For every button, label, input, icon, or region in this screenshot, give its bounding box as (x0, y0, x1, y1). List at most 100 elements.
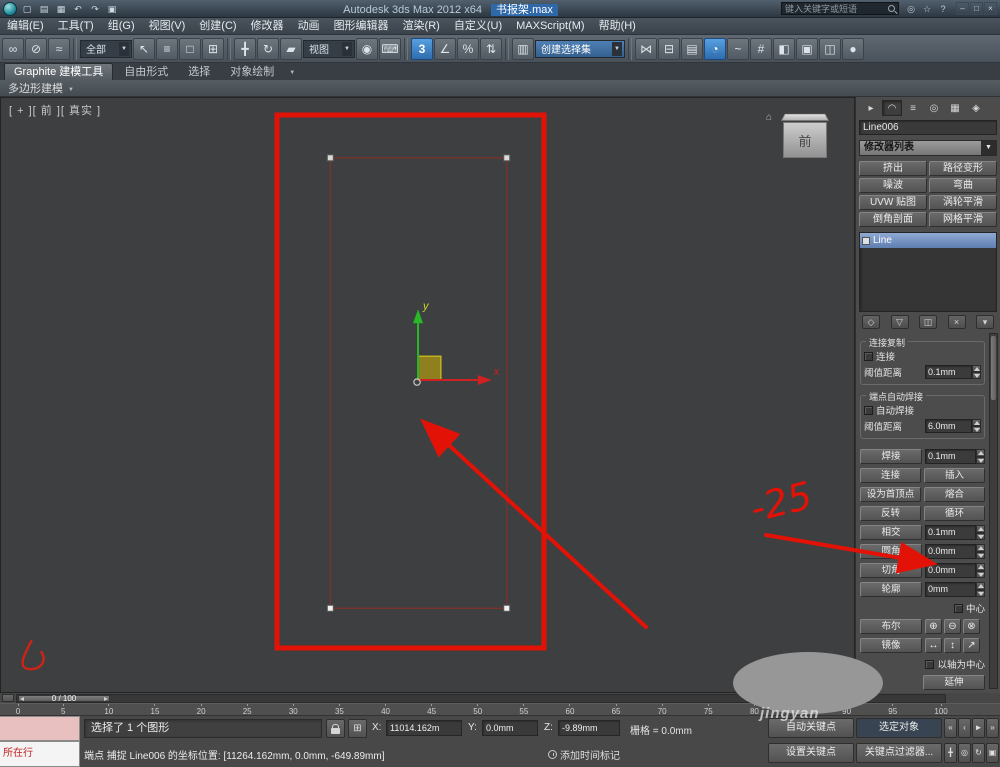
x-coord-field[interactable]: 11014.162m (386, 720, 462, 736)
maximize-viewport-toggle[interactable]: ▣ (986, 743, 999, 763)
help-icon[interactable]: ? (936, 2, 950, 16)
modifier-button[interactable]: UVW 贴图 (859, 195, 927, 210)
3ds-max-logo-icon[interactable] (3, 1, 17, 16)
spinner-down-icon[interactable] (976, 589, 985, 597)
dropdown-caret-icon[interactable] (119, 41, 129, 56)
percent-snap-toggle-icon[interactable]: % (457, 37, 479, 60)
absolute-mode-toggle[interactable]: ⊞ (348, 719, 367, 738)
fillet-spinner[interactable]: 0.0mm (925, 544, 985, 559)
infocenter-search-input[interactable]: 键入关键字或短语 (781, 2, 899, 15)
material-editor-icon[interactable]: ◧ (773, 37, 795, 60)
keyboard-override-toggle-icon[interactable]: ⌨ (379, 37, 401, 60)
key-filters-button[interactable]: 关键点过滤器... (856, 743, 942, 763)
project-folder-icon[interactable]: ▣ (104, 2, 120, 16)
motion-tab-icon[interactable]: ◎ (924, 100, 944, 116)
modifier-button[interactable]: 路径变形 (929, 161, 997, 176)
set-key-button[interactable]: 设置关键点 (768, 743, 854, 763)
menu-item[interactable]: MAXScript(M) (509, 18, 591, 35)
ribbon-minimize-caret-icon[interactable] (285, 64, 299, 80)
z-coord-field[interactable]: -9.89mm (558, 720, 620, 736)
menu-item[interactable]: 帮助(H) (592, 18, 643, 35)
make-unique-icon[interactable]: ◫ (919, 315, 937, 329)
minimize-icon[interactable]: – (956, 2, 969, 15)
spinner-value[interactable]: 0.0mm (925, 563, 976, 578)
zoom-view-button[interactable]: ◎ (958, 743, 971, 763)
chamfer-button[interactable]: 切角 (860, 563, 922, 578)
restore-icon[interactable]: □ (970, 2, 983, 15)
mirror-both-icon[interactable]: ↗ (963, 638, 980, 653)
mirror-horizontal-icon[interactable]: ↔ (925, 638, 942, 653)
boolean-intersect-icon[interactable]: ⊗ (963, 619, 980, 634)
macro-recorder-pane[interactable] (0, 716, 80, 741)
named-selection-set-dropdown[interactable]: 创建选择集 (535, 39, 625, 58)
spinner-value[interactable]: 0.1mm (925, 525, 976, 540)
spinner-up-icon[interactable] (976, 582, 985, 590)
orbit-view-button[interactable]: ↻ (972, 743, 985, 763)
fuse-button[interactable]: 熔合 (924, 487, 985, 502)
configure-modifier-sets-icon[interactable]: ▾ (976, 315, 994, 329)
render-setup-icon[interactable]: ▣ (796, 37, 818, 60)
modifier-button[interactable]: 倒角剖面 (859, 212, 927, 227)
select-and-scale-icon[interactable]: ▰ (280, 37, 302, 60)
panel-scrollbar[interactable] (989, 333, 998, 689)
spinner-up-icon[interactable] (976, 563, 985, 571)
modifier-button[interactable]: 涡轮平滑 (929, 195, 997, 210)
chamfer-spinner[interactable]: 0.0mm (925, 563, 985, 578)
edit-named-selection-sets-icon[interactable]: ▥ (512, 37, 534, 60)
y-coord-field[interactable]: 0.0mm (482, 720, 538, 736)
schematic-view-icon[interactable]: # (750, 37, 772, 60)
viewcube-front-face[interactable]: 前 (783, 122, 827, 158)
add-time-tag[interactable]: 添加时间标记 (548, 747, 620, 762)
communication-center-icon[interactable]: ◎ (904, 2, 918, 16)
boolean-button[interactable]: 布尔 (860, 619, 922, 634)
about-pivot-checkbox[interactable] (925, 659, 935, 669)
spinner-down-icon[interactable] (976, 456, 985, 464)
viewcube-home-icon[interactable]: ⌂ (766, 112, 772, 123)
display-tab-icon[interactable]: ▦ (945, 100, 965, 116)
mirror-spline-button[interactable]: 镜像 (860, 638, 922, 653)
pin-stack-icon[interactable]: ◇ (862, 315, 880, 329)
vertex-handle[interactable] (326, 604, 334, 612)
redo-icon[interactable]: ↷ (87, 2, 103, 16)
snaps-toggle-3d-icon[interactable]: 3 (411, 37, 433, 60)
selection-lock-toggle[interactable] (326, 719, 345, 738)
select-and-link-icon[interactable]: ∞ (2, 37, 24, 60)
spinner-up-icon[interactable] (976, 449, 985, 457)
spinner-up-icon[interactable] (976, 544, 985, 552)
unlink-selection-icon[interactable]: ⊘ (25, 37, 47, 60)
menu-item[interactable]: 创建(C) (192, 18, 243, 35)
ribbon-tab-graphite[interactable]: Graphite 建模工具 (4, 63, 114, 80)
menu-item[interactable]: 组(G) (101, 18, 142, 35)
select-by-name-icon[interactable]: ≡ (156, 37, 178, 60)
previous-frame-arrow-icon[interactable] (20, 696, 24, 701)
spinner-value[interactable]: 0.1mm (925, 449, 976, 464)
utilities-tab-icon[interactable]: ◈ (966, 100, 986, 116)
graphite-ribbon-toggle-icon[interactable]: ◔ (704, 37, 726, 60)
object-name-field[interactable]: Line006 (859, 120, 997, 135)
selected-object-dropdown[interactable]: 选定对象 (856, 718, 942, 738)
spinner-value[interactable]: 0.1mm (925, 365, 972, 379)
modifier-list-dropdown[interactable]: 修改器列表 (859, 140, 997, 156)
outline-spinner[interactable]: 0mm (925, 582, 985, 597)
previous-frame-button[interactable]: ‹ (958, 718, 971, 738)
selection-filter-dropdown[interactable]: 全部 (80, 39, 132, 58)
dropdown-caret-icon[interactable] (981, 141, 996, 155)
gizmo-xy-plane-handle[interactable] (417, 355, 442, 381)
viewcube[interactable]: ⌂ 前 (766, 110, 840, 168)
play-animation-button[interactable]: ► (972, 718, 985, 738)
hierarchy-tab-icon[interactable]: ≡ (903, 100, 923, 116)
make-first-button[interactable]: 设为首顶点 (860, 487, 921, 502)
rendered-frame-window-icon[interactable]: ◫ (819, 37, 841, 60)
menu-item[interactable]: 渲染(R) (396, 18, 447, 35)
spinner-down-icon[interactable] (976, 570, 985, 578)
select-object-icon[interactable]: ↖ (133, 37, 155, 60)
menu-item[interactable]: 动画 (291, 18, 327, 35)
next-frame-arrow-icon[interactable] (104, 696, 108, 701)
modifier-button[interactable]: 弯曲 (929, 178, 997, 193)
select-and-rotate-icon[interactable]: ↻ (257, 37, 279, 60)
scrollbar-thumb[interactable] (991, 336, 996, 400)
window-crossing-toggle-icon[interactable]: ⊞ (202, 37, 224, 60)
angle-snap-toggle-icon[interactable]: ∠ (434, 37, 456, 60)
undo-icon[interactable]: ↶ (70, 2, 86, 16)
modify-tab-icon[interactable]: ◠ (882, 100, 902, 116)
